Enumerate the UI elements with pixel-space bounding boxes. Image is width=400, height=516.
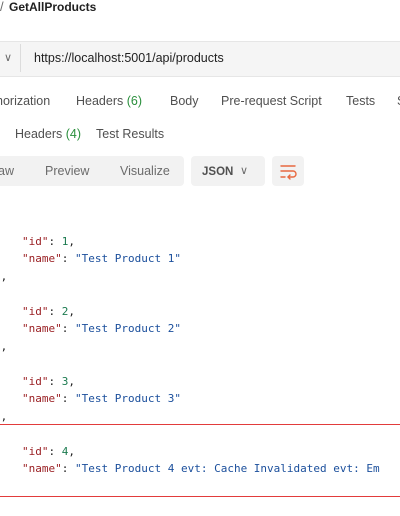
tab-label: Headers (76, 94, 124, 108)
tab-count: (4) (65, 127, 82, 141)
json-key: "name" (22, 392, 62, 405)
json-line: }, (0, 339, 7, 355)
format-selected-value: JSON (202, 166, 234, 178)
chevron-down-icon: ∨ (240, 165, 249, 177)
tab-body[interactable]: Body (170, 93, 199, 109)
tab-headers[interactable]: Headers (6) (76, 93, 142, 109)
json-punctuation: }, (0, 340, 8, 353)
tab-label: Body (170, 94, 199, 108)
url-input[interactable]: https://localhost:5001/api/products (34, 50, 224, 66)
json-line: "id": 3, (22, 375, 75, 388)
json-line: }, (0, 409, 7, 425)
json-key: "name" (22, 322, 62, 335)
tab-authorization[interactable]: horization (0, 93, 50, 109)
preview-button[interactable]: Preview (45, 163, 89, 179)
json-key: "id" (22, 305, 49, 318)
json-key: "name" (22, 462, 62, 475)
raw-button[interactable]: aw (0, 163, 14, 179)
response-tab-headers[interactable]: Headers (4) (15, 126, 81, 142)
json-line: "id": 2, (22, 305, 75, 318)
json-key: "id" (22, 375, 49, 388)
tab-label: Tests (346, 94, 376, 108)
tab-label: horization (0, 94, 51, 108)
json-string: "Test Product 2" (75, 322, 181, 335)
request-title[interactable]: GetAllProducts (9, 0, 96, 14)
json-line: "name": "Test Product 4 evt: Cache Inval… (22, 462, 380, 475)
request-title-bar: / GetAllProducts (0, 0, 400, 18)
json-line: "id": 1, (22, 235, 75, 248)
json-string: "Test Product 3" (75, 392, 181, 405)
wrap-lines-icon (280, 165, 297, 180)
json-string: "Test Product 1" (75, 252, 181, 265)
breadcrumb-separator: / (0, 0, 4, 14)
json-string: "Test Product 4 evt: Cache Invalidated e… (75, 462, 380, 475)
json-line: "name": "Test Product 1" (22, 252, 181, 265)
json-punctuation: }, (0, 410, 8, 423)
json-key: "id" (22, 235, 49, 248)
json-key: "id" (22, 445, 49, 458)
tab-label: Headers (15, 127, 63, 141)
tab-count: (6) (126, 94, 143, 108)
json-key: "name" (22, 252, 62, 265)
json-punctuation: }, (0, 270, 8, 283)
wrap-lines-button[interactable] (272, 156, 304, 186)
tab-pre-request-script[interactable]: Pre-request Script (221, 93, 322, 109)
url-divider (20, 44, 21, 72)
response-tab-test-results[interactable]: Test Results (96, 126, 164, 142)
json-line: "id": 4, (22, 445, 75, 458)
json-line: "name": "Test Product 3" (22, 392, 181, 405)
chevron-down-icon[interactable]: ∨ (0, 47, 16, 69)
visualize-button[interactable]: Visualize (120, 163, 170, 179)
json-line: }, (0, 269, 7, 285)
tab-label: Pre-request Script (221, 94, 322, 108)
tab-tests[interactable]: Tests (346, 93, 375, 109)
json-line: "name": "Test Product 2" (22, 322, 181, 335)
tab-label: Test Results (96, 127, 165, 141)
